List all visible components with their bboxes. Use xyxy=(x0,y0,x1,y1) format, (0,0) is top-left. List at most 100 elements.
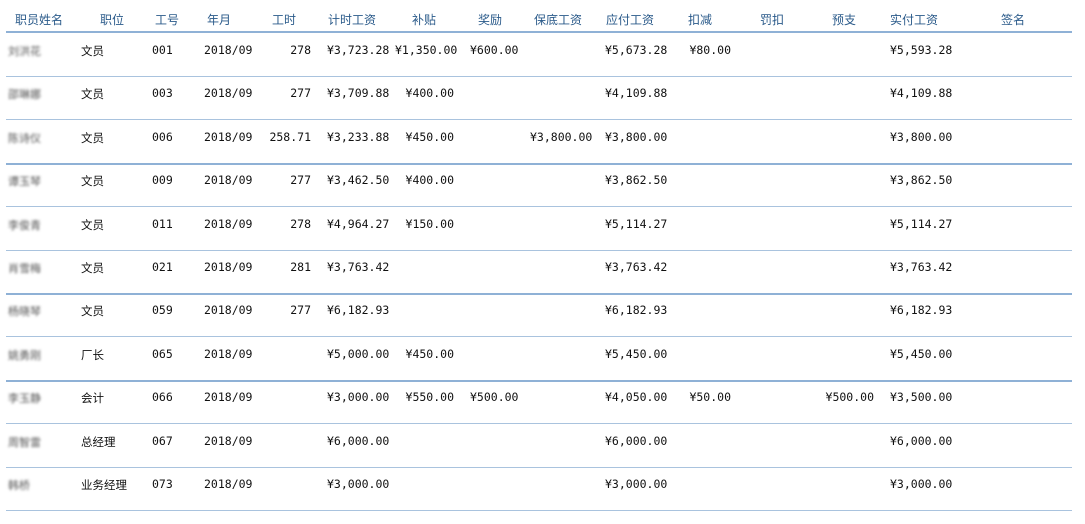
row-divider xyxy=(6,510,1072,511)
cell-hourly-pay: ¥6,000.00 xyxy=(327,433,390,448)
cell-id: 066 xyxy=(152,390,173,405)
row-divider xyxy=(6,423,1072,425)
cell-payable: ¥5,114.27 xyxy=(605,216,668,231)
employee-name-blurred: 李俊青 xyxy=(8,218,41,232)
cell-hourly-pay: ¥4,964.27 xyxy=(327,216,390,231)
employee-name-blurred: 杨晓琴 xyxy=(8,305,41,319)
cell-deduction: ¥80.00 xyxy=(689,43,731,57)
table-row: 肖雪梅 文员 021 2018/09 281 ¥3,763.42 ¥3,763.42 ¥3,7… xyxy=(0,252,1085,295)
cell-advance: ¥500.00 xyxy=(825,390,874,405)
cell-subsidy: ¥450.00 xyxy=(405,129,454,144)
cell-id: 011 xyxy=(152,216,173,231)
cell-actual: ¥6,000.00 xyxy=(890,433,953,448)
cell-actual: ¥3,763.42 xyxy=(890,260,953,274)
table-row: 谭玉琴 文员 009 2018/09 277 ¥3,462.50 ¥400.00 ¥3,862… xyxy=(0,165,1085,208)
cell-subsidy: ¥400.00 xyxy=(405,86,454,101)
employee-name-blurred: 刘洪花 xyxy=(8,45,41,58)
cell-month: 2018/09 xyxy=(204,390,253,405)
cell-id: 003 xyxy=(152,86,173,101)
employee-name-blurred: 姚勇刚 xyxy=(8,348,41,362)
cell-hourly-pay: ¥3,763.42 xyxy=(327,260,390,274)
table-row: 杨晓琴 文员 059 2018/09 277 ¥6,182.93 ¥6,182.93 ¥6,1… xyxy=(0,295,1085,338)
row-divider xyxy=(6,249,1072,251)
cell-month: 2018/09 xyxy=(204,173,253,188)
cell-hours: 258.71 xyxy=(269,129,311,144)
cell-hours: 277 xyxy=(290,303,311,318)
employee-name-blurred: 邵琳娜 xyxy=(8,88,41,102)
cell-position: 文员 xyxy=(81,174,104,189)
row-divider xyxy=(6,336,1072,338)
cell-payable: ¥3,000.00 xyxy=(605,477,668,491)
cell-position: 总经理 xyxy=(81,434,116,449)
header-subsidy: 补贴 xyxy=(412,13,437,27)
cell-id: 067 xyxy=(152,433,173,448)
cell-id: 001 xyxy=(152,43,173,57)
table-row: 李俊青 文员 011 2018/09 278 ¥4,964.27 ¥150.00 ¥5,114… xyxy=(0,209,1085,252)
cell-payable: ¥6,000.00 xyxy=(605,433,668,448)
employee-name-blurred: 周智雷 xyxy=(8,435,41,449)
table-row: 陈诗仪 文员 006 2018/09 258.71 ¥3,233.88 ¥450.00 ¥3,… xyxy=(0,122,1085,165)
cell-actual: ¥5,114.27 xyxy=(890,216,953,231)
cell-subsidy: ¥550.00 xyxy=(405,390,454,405)
cell-hourly-pay: ¥3,000.00 xyxy=(327,390,390,405)
cell-actual: ¥5,450.00 xyxy=(890,346,953,361)
cell-month: 2018/09 xyxy=(204,129,253,144)
table-row: 邵琳娜 文员 003 2018/09 277 ¥3,709.88 ¥400.00 ¥4,109… xyxy=(0,78,1085,121)
employee-name-blurred: 谭玉琴 xyxy=(8,175,41,189)
row-divider xyxy=(6,206,1072,208)
cell-position: 文员 xyxy=(81,261,104,275)
cell-month: 2018/09 xyxy=(204,477,253,491)
cell-id: 073 xyxy=(152,477,173,491)
cell-id: 065 xyxy=(152,346,173,361)
cell-position: 文员 xyxy=(81,304,104,319)
cell-hourly-pay: ¥5,000.00 xyxy=(327,346,390,361)
row-divider xyxy=(6,119,1072,121)
cell-id: 021 xyxy=(152,260,173,274)
cell-subsidy: ¥1,350.00 xyxy=(395,43,458,57)
cell-actual: ¥3,000.00 xyxy=(890,477,953,491)
cell-position: 会计 xyxy=(81,391,104,406)
header-bonus: 奖励 xyxy=(478,13,503,27)
cell-actual: ¥3,862.50 xyxy=(890,173,953,188)
cell-hourly-pay: ¥3,233.88 xyxy=(327,129,390,144)
cell-position: 业务经理 xyxy=(81,478,127,492)
cell-actual: ¥3,500.00 xyxy=(890,390,953,405)
cell-hours: 277 xyxy=(290,173,311,188)
cell-bonus: ¥600.00 xyxy=(470,43,519,57)
header-name: 职员姓名 xyxy=(15,13,64,27)
cell-month: 2018/09 xyxy=(204,86,253,101)
cell-payable: ¥3,800.00 xyxy=(605,129,668,144)
cell-payable: ¥6,182.93 xyxy=(605,303,668,318)
cell-subsidy: ¥150.00 xyxy=(405,216,454,231)
row-divider xyxy=(6,76,1072,77)
cell-payable: ¥5,450.00 xyxy=(605,346,668,361)
cell-position: 文员 xyxy=(81,130,104,145)
cell-month: 2018/09 xyxy=(204,216,253,231)
cell-actual: ¥4,109.88 xyxy=(890,86,953,101)
cell-hourly-pay: ¥3,723.28 xyxy=(327,43,390,57)
table-row: 韩桥 业务经理 073 2018/09 ¥3,000.00 ¥3,000.00 ¥3,000… xyxy=(0,469,1085,512)
header-actual: 实付工资 xyxy=(890,13,939,27)
cell-id: 006 xyxy=(152,129,173,144)
header-id: 工号 xyxy=(155,13,180,27)
cell-month: 2018/09 xyxy=(204,43,253,57)
header-month: 年月 xyxy=(207,13,232,27)
cell-hours: 278 xyxy=(290,43,311,57)
header-divider xyxy=(6,31,1072,33)
cell-payable: ¥3,763.42 xyxy=(605,260,668,274)
header-signature: 签名 xyxy=(1001,13,1026,27)
cell-position: 文员 xyxy=(81,87,104,102)
cell-payable: ¥3,862.50 xyxy=(605,173,668,188)
cell-hours: 281 xyxy=(290,260,311,274)
cell-id: 009 xyxy=(152,173,173,188)
cell-subsidy: ¥400.00 xyxy=(405,173,454,188)
cell-min-wage: ¥3,800.00 xyxy=(530,129,593,144)
table-row: 周智雷 总经理 067 2018/09 ¥6,000.00 ¥6,000.00 ¥6,000… xyxy=(0,426,1085,469)
employee-name-blurred: 陈诗仪 xyxy=(8,131,41,145)
cell-hourly-pay: ¥3,000.00 xyxy=(327,477,390,491)
cell-id: 059 xyxy=(152,303,173,318)
cell-month: 2018/09 xyxy=(204,433,253,448)
cell-position: 文员 xyxy=(81,44,104,58)
cell-hourly-pay: ¥3,709.88 xyxy=(327,86,390,101)
header-payable: 应付工资 xyxy=(606,13,655,27)
